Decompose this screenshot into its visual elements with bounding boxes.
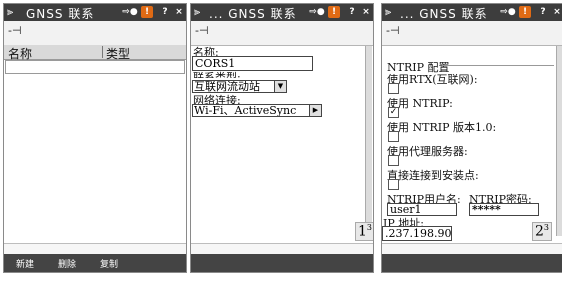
close-icon[interactable]: × [174, 6, 184, 18]
pin-icon[interactable]: -⊣ [8, 24, 22, 37]
checkbox-rtx[interactable] [388, 83, 399, 94]
page-indicator[interactable]: 13 [355, 222, 373, 241]
pin-icon[interactable]: -⊣ [195, 24, 209, 37]
gnss-connections-window: ⫸ GNSS 联系 ⇨● ! ? × -⊣ 名称 类型 新建 删除 复制 [3, 3, 187, 273]
page-indicator[interactable]: 23 [532, 222, 553, 241]
warning-icon[interactable]: ! [519, 6, 531, 18]
app-logo-icon[interactable]: ⫸ [7, 5, 13, 19]
help-icon[interactable]: ? [347, 6, 357, 18]
option-label-proxy: 使用代理服务器: [387, 145, 468, 158]
warning-icon[interactable]: ! [141, 6, 153, 18]
app-logo-icon[interactable]: ⫸ [194, 5, 200, 19]
status-line [4, 243, 186, 254]
status-line [191, 243, 373, 254]
connection-icon[interactable]: ⇨● [309, 6, 325, 18]
column-divider[interactable] [102, 46, 103, 58]
delete-button[interactable]: 删除 [58, 257, 76, 270]
new-button[interactable]: 新建 [16, 257, 34, 270]
toolbar: -⊣ [382, 21, 562, 46]
connection-icon[interactable]: ⇨● [500, 6, 516, 18]
window-title: GNSS 联系 [26, 7, 95, 21]
option-label-ntrip-v1: 使用 NTRIP 版本1.0: [387, 121, 497, 134]
checkbox-proxy[interactable] [388, 155, 399, 166]
network-connection-select[interactable]: Wi-Fi、ActiveSync ▶ [192, 104, 322, 117]
checkbox-ntrip-v1[interactable] [388, 131, 399, 142]
softkey-bar: 新建 删除 复制 [4, 254, 186, 272]
scrollbar[interactable] [365, 46, 372, 236]
softkey-bar [382, 254, 562, 272]
close-icon[interactable]: × [552, 6, 562, 18]
title-bar: ⫸ ... GNSS 联系 ⇨● ! ? × [382, 4, 562, 21]
copy-button[interactable]: 复制 [100, 257, 118, 270]
help-icon[interactable]: ? [538, 6, 548, 18]
window-title: ... GNSS 联系 [400, 7, 488, 21]
checkbox-mountpoint[interactable] [388, 179, 399, 190]
dropdown-arrow-icon[interactable]: ▼ [274, 81, 286, 92]
checkbox-ntrip[interactable]: ✓ [388, 107, 399, 118]
connection-icon[interactable]: ⇨● [122, 6, 138, 18]
table-header: 名称 类型 [4, 45, 186, 61]
warning-icon[interactable]: ! [328, 6, 340, 18]
toolbar: -⊣ [191, 21, 373, 46]
title-bar: ⫸ ... GNSS 联系 ⇨● ! ? × [191, 4, 373, 21]
help-icon[interactable]: ? [160, 6, 170, 18]
window-title: ... GNSS 联系 [209, 7, 297, 21]
option-label-rtx: 使用RTX(互联网): [387, 73, 478, 86]
gnss-connection-edit-window: ⫸ ... GNSS 联系 ⇨● ! ? × -⊣ 名称: CORS1 联系类型… [190, 3, 374, 273]
option-label-mountpoint: 直接连接到安装点: [387, 169, 479, 182]
status-line [382, 243, 562, 254]
section-divider [442, 65, 554, 66]
arrow-right-icon[interactable]: ▶ [309, 105, 321, 116]
ntrip-password-field[interactable]: ***** [469, 203, 539, 216]
network-connection-value: Wi-Fi、ActiveSync [194, 104, 297, 117]
table-row[interactable] [5, 60, 185, 74]
ip-address-field[interactable]: .237.198.90 [382, 226, 452, 241]
app-logo-icon[interactable]: ⫸ [385, 5, 391, 19]
title-bar: ⫸ GNSS 联系 ⇨● ! ? × [4, 4, 186, 21]
pin-icon[interactable]: -⊣ [386, 24, 400, 37]
softkey-bar [191, 254, 373, 272]
close-icon[interactable]: × [361, 6, 371, 18]
ntrip-config-window: ⫸ ... GNSS 联系 ⇨● ! ? × -⊣ NTRIP 配置 使用RTX… [381, 3, 562, 273]
scrollbar[interactable] [556, 46, 562, 236]
connection-type-label: 联系类型: [193, 71, 241, 78]
toolbar: -⊣ [4, 21, 186, 46]
